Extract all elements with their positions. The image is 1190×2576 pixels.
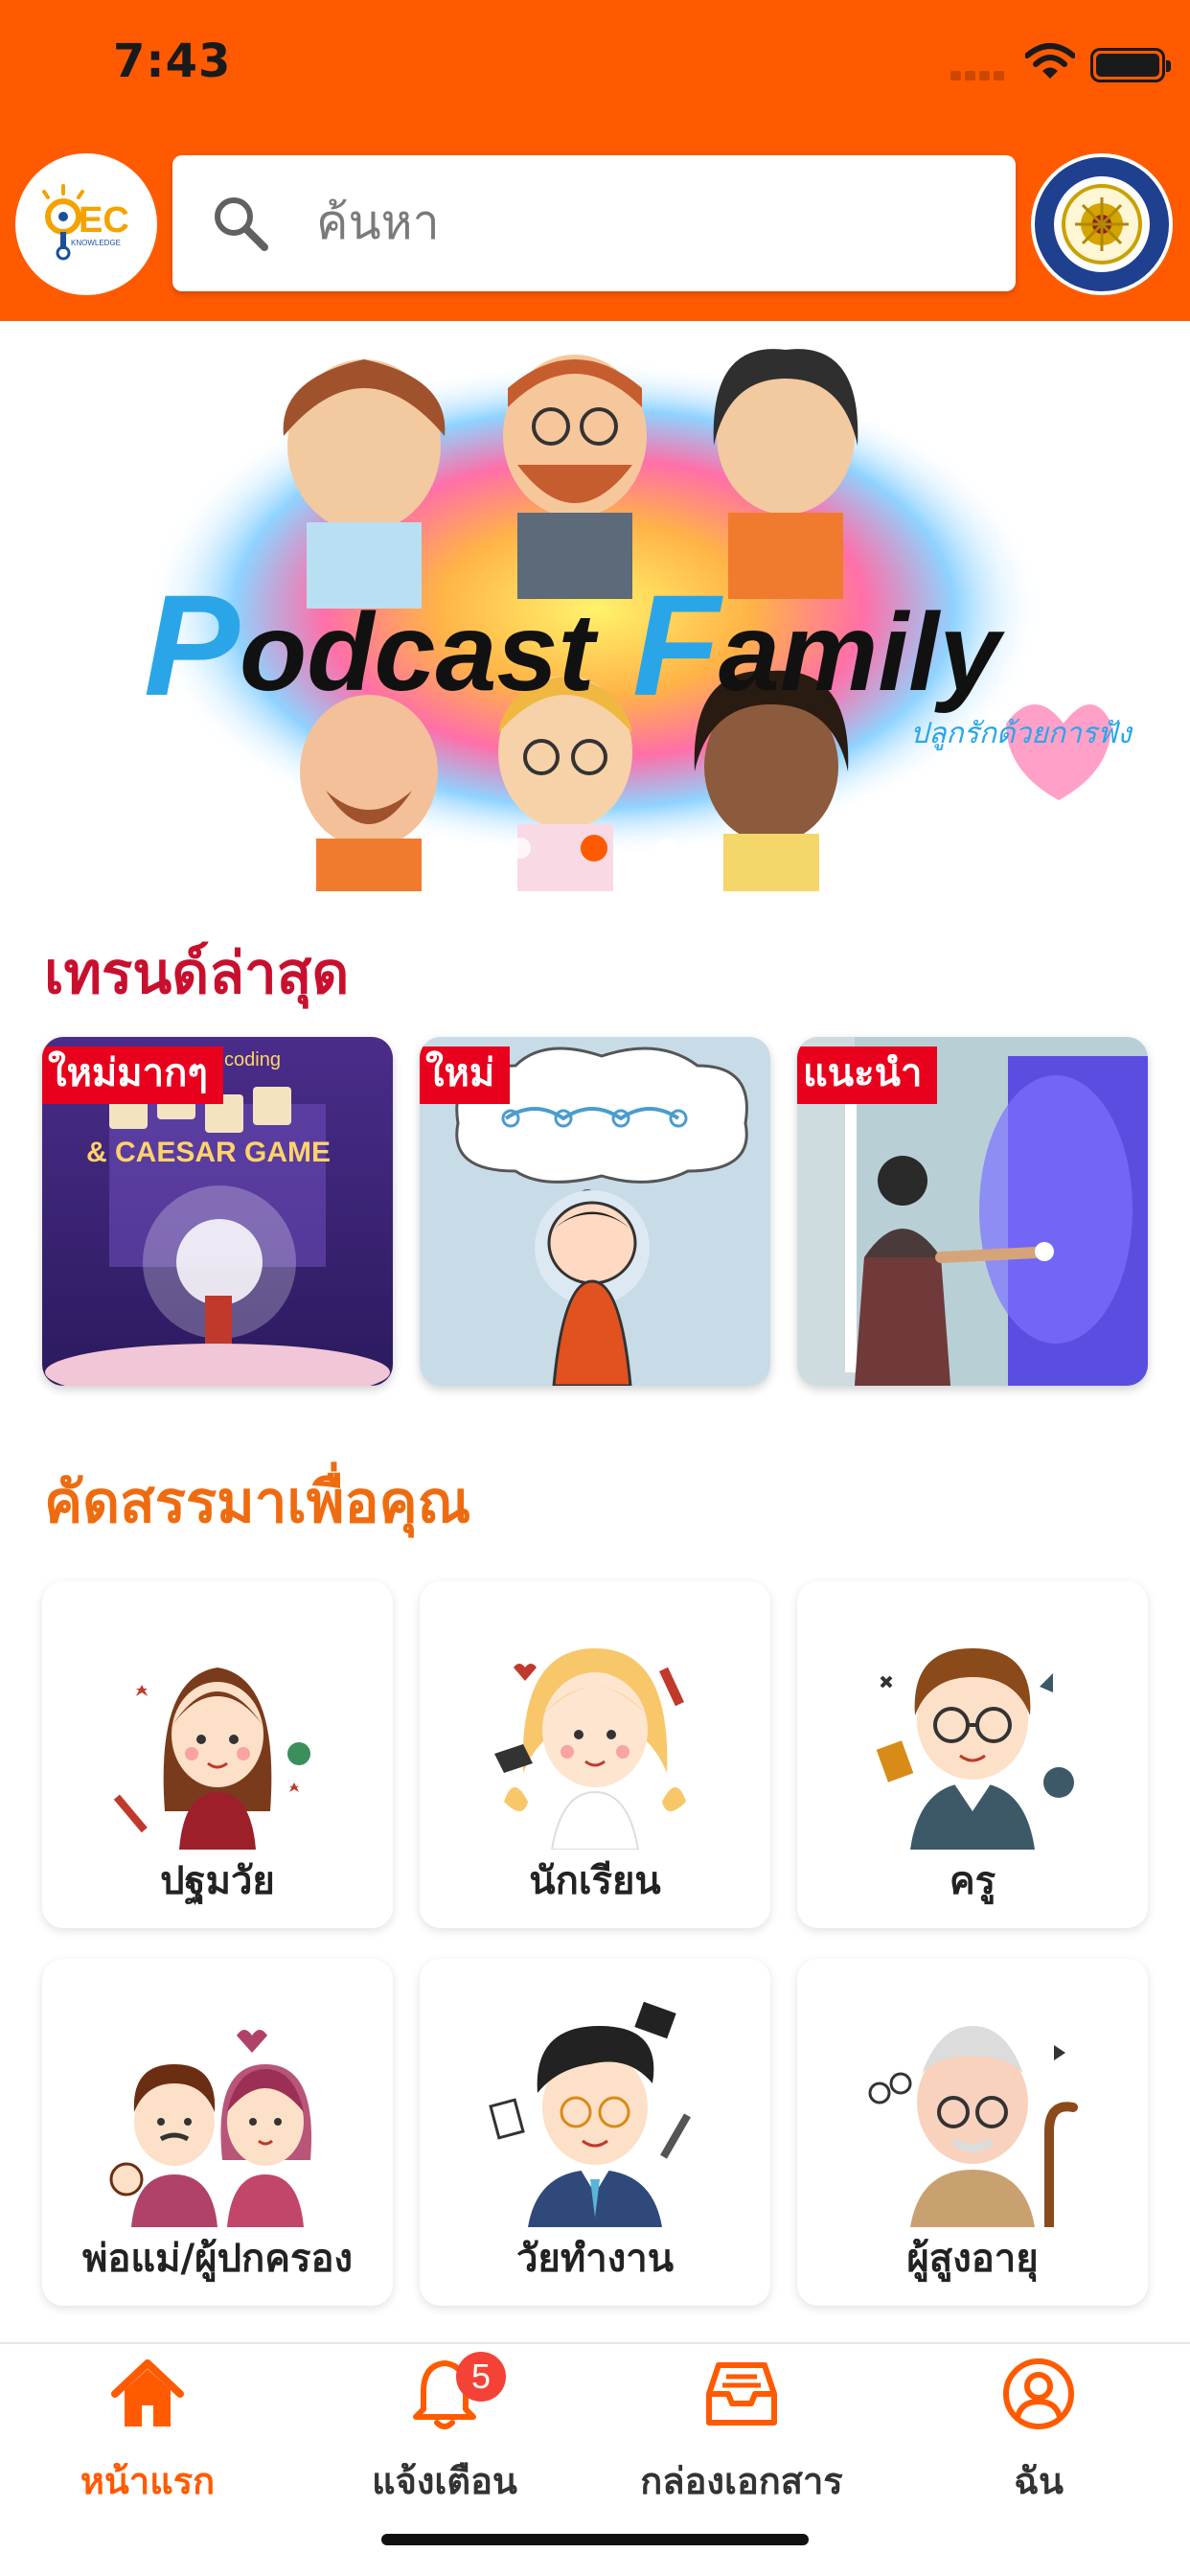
status-icons — [903, 38, 1190, 90]
banner-title-f: F — [632, 564, 723, 725]
tab-label: หน้าแรก — [80, 2460, 216, 2502]
battery-icon — [1090, 48, 1171, 82]
trending-card-coding-game[interactable]: coding & CAESAR GAME ใหม่มากๆ — [42, 1037, 393, 1386]
face-3 — [713, 349, 858, 599]
banner-pagination — [0, 834, 1190, 862]
banner-title-p: P — [144, 564, 240, 725]
search-icon — [215, 197, 268, 251]
category-label: วัยทำงาน — [515, 2237, 675, 2281]
search-bar[interactable] — [172, 155, 1016, 291]
tag-very-new: ใหม่มากๆ — [42, 1046, 223, 1104]
picks-title: คัดสรรมาเพื่อคุณ — [44, 1469, 471, 1536]
face-2 — [503, 355, 647, 599]
tab-label: กล่องเอกสาร — [640, 2460, 843, 2502]
category-student[interactable]: นักเรียน — [420, 1581, 770, 1928]
elderly-icon — [868, 2026, 1078, 2227]
working-age-icon — [489, 2001, 691, 2227]
banner-art: P odcast F amily ปลูกรักด้วยการฟัง — [0, 321, 1190, 891]
wifi-icon — [1025, 43, 1075, 79]
banner-tagline: ปลูกรักด้วยการฟัง — [910, 717, 1133, 750]
tab-label: แจ้งเตือน — [372, 2460, 517, 2502]
notification-badge: 5 — [456, 2352, 506, 2402]
category-parents[interactable]: พ่อแม่/ผู้ปกครอง — [42, 1959, 393, 2306]
tag-new: ใหม่ — [420, 1046, 511, 1104]
user-icon — [1003, 2358, 1074, 2429]
svg-text:coding: coding — [224, 1049, 281, 1070]
category-label: พ่อแม่/ผู้ปกครอง — [82, 2237, 353, 2281]
podcast-family-banner[interactable]: P odcast F amily ปลูกรักด้วยการฟัง — [0, 321, 1190, 891]
seal-icon — [1035, 157, 1169, 291]
early-childhood-icon — [113, 1668, 310, 1850]
parents-icon — [109, 2030, 312, 2227]
pagination-dot[interactable] — [510, 838, 531, 859]
tab-inbox[interactable]: กล่องเอกสาร — [607, 2356, 876, 2518]
inbox-icon — [706, 2362, 777, 2426]
tag-recommended: แนะนำ — [797, 1046, 938, 1104]
category-label: ครู — [949, 1859, 996, 1903]
tab-me[interactable]: ฉัน — [904, 2356, 1173, 2518]
app-header: 7:43 EC KNOWLEDGE — [0, 0, 1190, 321]
teacher-icon — [876, 1648, 1074, 1850]
oec-logo-mark: EC KNOWLEDGE — [42, 184, 129, 261]
category-early-childhood[interactable]: ปฐมวัย — [42, 1581, 393, 1928]
category-label: ปฐมวัย — [160, 1859, 275, 1903]
status-time: 7:43 — [113, 34, 232, 88]
svg-text:& CAESAR GAME: & CAESAR GAME — [86, 1137, 331, 1168]
tab-notifications[interactable]: 5 แจ้งเตือน — [310, 2352, 579, 2518]
trending-card-thinking[interactable]: ใหม่ — [420, 1037, 770, 1386]
category-label: นักเรียน — [529, 1859, 661, 1903]
tab-home[interactable]: หน้าแรก — [13, 2356, 282, 2518]
category-elderly[interactable]: ผู้สูงอายุ — [797, 1959, 1148, 2306]
category-label: ผู้สูงอายุ — [906, 2237, 1039, 2281]
trending-card-door[interactable]: แนะนำ — [797, 1037, 1148, 1386]
oec-logo[interactable]: EC KNOWLEDGE — [15, 153, 157, 295]
trending-title: เทรนด์ล่าสุด — [44, 940, 350, 1007]
signal-icon — [950, 71, 1004, 80]
search-input[interactable] — [316, 184, 968, 261]
pagination-dot-active[interactable] — [581, 835, 607, 862]
svg-text:EC: EC — [79, 200, 129, 241]
banner-title-family: amily — [719, 591, 1005, 714]
tab-label: ฉัน — [1014, 2460, 1064, 2502]
education-council-seal — [1031, 153, 1173, 295]
banner-title-podcast: odcast — [240, 591, 599, 714]
home-indicator[interactable] — [381, 2534, 809, 2545]
pagination-dot[interactable] — [657, 838, 678, 859]
svg-text:KNOWLEDGE: KNOWLEDGE — [71, 239, 121, 247]
student-icon — [494, 1648, 686, 1850]
face-1 — [283, 359, 446, 609]
category-working-age[interactable]: วัยทำงาน — [420, 1959, 770, 2306]
category-teacher[interactable]: ครู — [797, 1581, 1148, 1928]
home-icon — [111, 2359, 184, 2426]
